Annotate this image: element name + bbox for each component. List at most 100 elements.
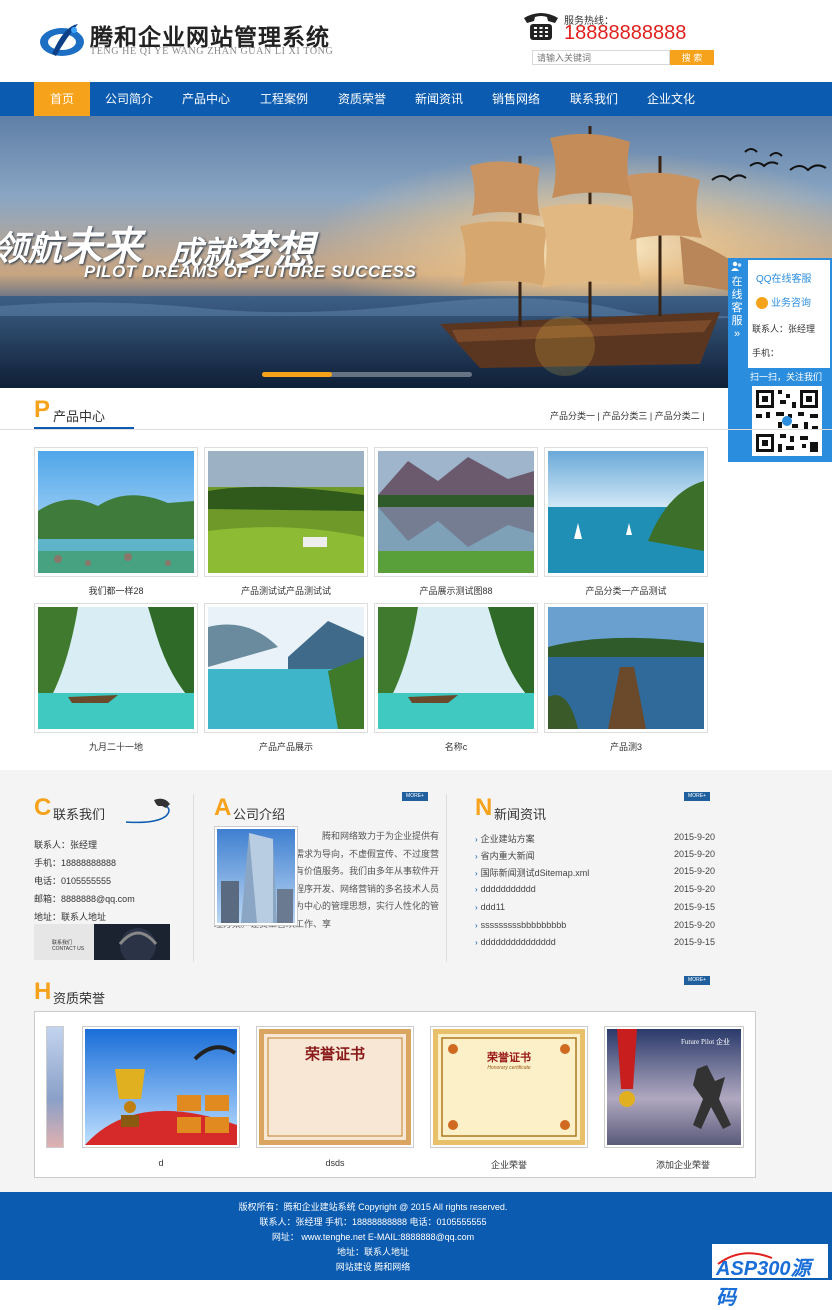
banner-pager[interactable]	[262, 372, 472, 377]
banner-pager-active[interactable]	[262, 372, 332, 377]
contact-email: 邮箱：8888888@qq.com	[34, 894, 135, 904]
search-button[interactable]: 搜 索	[670, 50, 714, 65]
news-item-title[interactable]: 省内重大新闻	[481, 851, 535, 861]
nav-item-news[interactable]: 新闻资讯	[409, 82, 469, 116]
product-card[interactable]	[204, 447, 368, 577]
product-image	[378, 607, 534, 729]
nav-item-home[interactable]: 首页	[34, 82, 90, 116]
site-logo[interactable]: 腾和企业网站管理系统 TENG HE QI YE WANG ZHAN GUAN …	[38, 16, 358, 68]
collapse-arrow-icon[interactable]: »	[728, 328, 746, 341]
nav-item-contact[interactable]: 联系我们	[564, 82, 624, 116]
chevron-right-icon: ›	[475, 852, 478, 861]
product-caption[interactable]: 产品产品展示	[204, 740, 368, 753]
footer-credit[interactable]: 网站建设 腾和网络	[0, 1260, 746, 1273]
contact-image: 联系我们 CONTACT US	[34, 924, 170, 960]
news-item-title[interactable]: 国际新闻测试dSitemap.xml	[481, 868, 590, 878]
honor-caption[interactable]: 企业荣誉	[430, 1158, 588, 1171]
news-item[interactable]: › ddddddddddddddd 2015-9-15	[475, 937, 715, 954]
hero-banner[interactable]: 领航未来 成就梦想 PILOT DREAMS OF FUTURE SUCCESS	[0, 116, 832, 388]
news-item[interactable]: › ddddddddddd 2015-9-20	[475, 884, 715, 901]
product-caption[interactable]: 产品测3	[544, 740, 708, 753]
trophy-image	[85, 1029, 237, 1145]
certificate-subtitle: Honorary certificate	[487, 1065, 531, 1071]
product-card[interactable]	[544, 603, 708, 733]
nav-item-sales[interactable]: 销售网络	[486, 82, 546, 116]
hotline: 服务热线： 18888888888	[522, 10, 722, 50]
product-image	[548, 451, 704, 573]
about-more-button[interactable]: MORE+	[402, 792, 428, 801]
qq-scan-label: 扫一扫，关注我们	[750, 372, 823, 382]
search-input[interactable]	[532, 50, 670, 65]
news-item[interactable]: › ddd11 2015-9-15	[475, 902, 715, 919]
news-item-date: 2015-9-20	[673, 866, 715, 876]
honor-caption[interactable]: dsds	[256, 1158, 414, 1168]
product-card[interactable]	[374, 603, 538, 733]
honor-card[interactable]	[82, 1026, 240, 1148]
product-caption[interactable]: 产品展示测试图88	[374, 584, 538, 597]
news-item-title[interactable]: sssssssssbbbbbbbbb	[481, 920, 567, 930]
news-item-title[interactable]: ddd11	[481, 902, 505, 912]
qq-side-tab[interactable]: 在线客服 »	[728, 258, 746, 340]
honor-card[interactable]: Future Pilot 企业	[604, 1026, 744, 1148]
column-divider	[193, 794, 194, 962]
product-caption[interactable]: 名称c	[374, 740, 538, 753]
logo-icon	[40, 24, 84, 56]
news-item[interactable]: › sssssssssbbbbbbbbb 2015-9-20	[475, 920, 715, 937]
watermark-text: ASP300源码	[716, 1258, 811, 1309]
nav-item-culture[interactable]: 企业文化	[641, 82, 701, 116]
product-image	[378, 451, 534, 573]
nav-item-cases[interactable]: 工程案例	[254, 82, 314, 116]
products-divider	[0, 429, 832, 430]
chevron-right-icon: ›	[475, 903, 478, 912]
footer-website[interactable]: 网址： www.tenghe.net E-MAIL:8888888@qq.com	[0, 1230, 746, 1243]
site-header: 腾和企业网站管理系统 TENG HE QI YE WANG ZHAN GUAN …	[0, 0, 832, 82]
honors-heading-title: 资质荣誉	[53, 991, 106, 1006]
qq-consult-button[interactable]: 业务咨询	[756, 294, 811, 310]
news-item-title[interactable]: 企业建站方案	[481, 834, 535, 844]
nav-item-products[interactable]: 产品中心	[176, 82, 236, 116]
product-card[interactable]	[544, 447, 708, 577]
product-caption[interactable]: 产品测试试产品测试试	[204, 584, 368, 597]
product-caption[interactable]: 产品分类一产品测试	[544, 584, 708, 597]
qq-service-float: 在线客服 » QQ在线客服 业务咨询 联系人：张经理 手机： 扫一扫，关注我们	[728, 258, 832, 462]
nav-item-about[interactable]: 公司简介	[100, 82, 158, 116]
honor-partial-image[interactable]	[46, 1026, 64, 1148]
news-item-date: 2015-9-20	[673, 832, 715, 842]
news-item[interactable]: › 企业建站方案 2015-9-20	[475, 832, 715, 849]
products-heading-letter: P	[34, 396, 51, 423]
chevron-right-icon: ›	[475, 869, 478, 878]
telephone-cord-icon	[126, 798, 170, 824]
news-item-date: 2015-9-15	[673, 937, 715, 947]
news-item[interactable]: › 省内重大新闻 2015-9-20	[475, 849, 715, 866]
product-card[interactable]	[34, 603, 198, 733]
product-card[interactable]	[34, 447, 198, 577]
product-caption[interactable]: 我们都一样28	[34, 584, 198, 597]
honor-card[interactable]: 荣誉证书 Honorary certificate	[430, 1026, 588, 1148]
contact-image-text: 联系我们 CONTACT US	[52, 940, 85, 952]
contact-address: 地址：联系人地址	[34, 912, 107, 922]
news-more-button[interactable]: MORE+	[684, 792, 710, 801]
column-divider	[446, 794, 447, 962]
qq-title: QQ在线客服	[756, 274, 812, 285]
product-category-link[interactable]: 产品分类三	[602, 411, 647, 421]
product-category-link[interactable]: 产品分类一	[550, 411, 595, 421]
news-item-title[interactable]: ddddddddddddddd	[481, 937, 556, 947]
chevron-right-icon: ›	[475, 921, 478, 930]
telephone-icon	[524, 13, 558, 40]
product-image	[208, 607, 364, 729]
honor-caption[interactable]: 添加企业荣誉	[604, 1158, 762, 1171]
product-image	[548, 607, 704, 729]
news-item-title[interactable]: ddddddddddd	[481, 884, 536, 894]
news-item[interactable]: › 国际新闻测试dSitemap.xml 2015-9-20	[475, 866, 715, 883]
product-card[interactable]	[204, 603, 368, 733]
honor-caption[interactable]: d	[82, 1158, 240, 1168]
honors-more-button[interactable]: MORE+	[684, 976, 710, 985]
logo-subtitle: TENG HE QI YE WANG ZHAN GUAN LI XI TONG	[90, 46, 334, 57]
product-caption[interactable]: 九月二十一地	[34, 740, 198, 753]
nav-item-honors[interactable]: 资质荣誉	[332, 82, 392, 116]
news-heading-letter: N	[475, 794, 493, 821]
product-card[interactable]	[374, 447, 538, 577]
product-category-link[interactable]: 产品分类二	[655, 411, 700, 421]
honor-card[interactable]: 荣誉证书	[256, 1026, 414, 1148]
contact-heading-title: 联系我们	[53, 807, 106, 822]
